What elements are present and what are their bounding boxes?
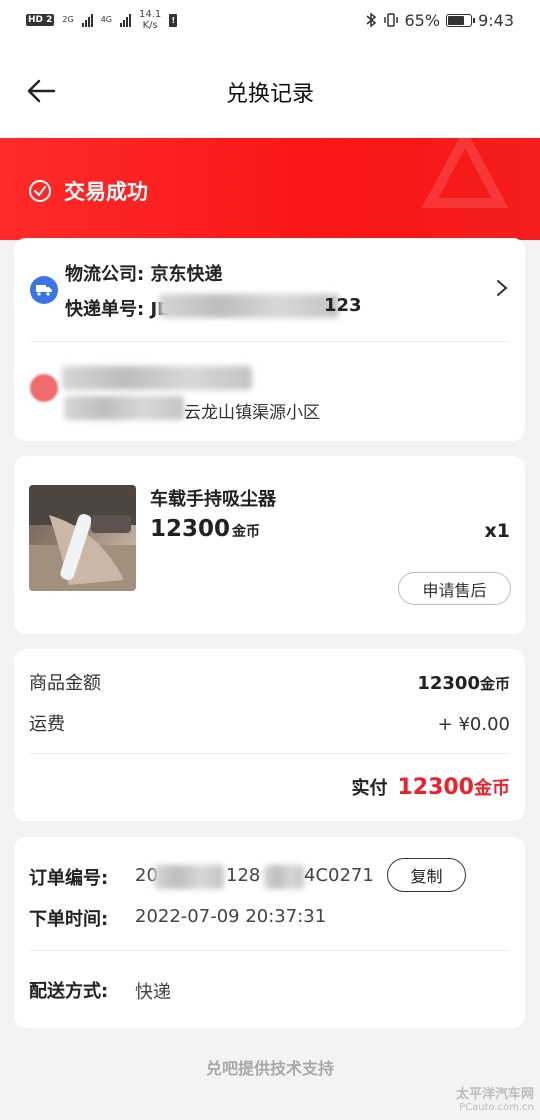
chevron-right-icon[interactable] <box>495 278 509 298</box>
logistics-company: 物流公司: 京东快递 <box>65 264 223 285</box>
network-speed: 14.1 K/s <box>139 9 161 31</box>
page-title: 兑换记录 <box>225 82 314 107</box>
order-info-card: 订单编号: 20 128 4C0271 复制 下单时间: 2022-07-09 … <box>14 837 525 1028</box>
speed-unit: K/s <box>142 20 158 31</box>
order-status-text: 交易成功 <box>64 180 148 204</box>
clock: 9:43 <box>478 10 514 30</box>
redacted-address-start <box>64 396 184 420</box>
signal-1-icon <box>81 13 93 27</box>
goods-amount-label: 商品金额 <box>29 673 101 694</box>
check-circle-icon <box>29 180 51 202</box>
tracking-suffix: 123 <box>324 295 362 316</box>
truck-icon <box>30 276 58 304</box>
logistics-divider <box>30 341 509 342</box>
order-number-mid: 128 <box>226 865 261 886</box>
shipping-label: 运费 <box>29 714 65 735</box>
redacted-recipient <box>62 366 252 390</box>
delivery-value: 快递 <box>135 982 171 1003</box>
product-name: 车载手持吸尘器 <box>150 489 276 510</box>
tracking-number-row: 快递单号: JD <box>65 295 172 321</box>
cost-divider <box>30 753 509 754</box>
hd-label: HD <box>28 15 44 25</box>
order-time-label: 下单时间: <box>29 909 109 930</box>
status-bar-left: HD 2 2G 4G 14.1 K/s ! <box>26 9 178 31</box>
order-status-banner: 交易成功 <box>0 138 540 240</box>
tracking-label: 快递单号: <box>65 299 145 320</box>
vibrate-icon <box>383 13 398 27</box>
banner-decoration <box>421 138 509 208</box>
watermark-line-1: 太平洋汽车网 <box>455 1087 534 1102</box>
location-icon <box>30 374 58 402</box>
bluetooth-icon <box>366 12 376 28</box>
shipping-value: + ¥0.00 <box>437 714 510 735</box>
order-number-suffix: 4C0271 <box>304 865 374 886</box>
paid-row: 实付 12300金币 <box>351 774 510 800</box>
signal-2-icon <box>120 13 132 27</box>
status-bar-right: 65% 9:43 <box>365 10 514 30</box>
product-card: 车载手持吸尘器 12300 金币 x1 申请售后 <box>14 456 525 634</box>
delivery-label: 配送方式: <box>29 981 109 1002</box>
product-quantity: x1 <box>484 520 510 542</box>
watermark-line-2: PCauto.com.cn <box>459 1102 534 1113</box>
speed-value: 14.1 <box>139 9 162 20</box>
network-2g-label: 2G <box>62 15 74 24</box>
order-time-value: 2022-07-09 20:37:31 <box>135 906 327 927</box>
shipping-row: 运费 + ¥0.00 <box>29 710 510 736</box>
redacted-order-number-2 <box>264 865 304 889</box>
redacted-order-number-1 <box>154 865 224 889</box>
watermark: 太平洋汽车网 PCauto.com.cn <box>456 1088 534 1114</box>
after-sale-button[interactable]: 申请售后 <box>398 572 511 605</box>
paid-unit: 金币 <box>474 778 510 799</box>
paid-value: 12300 <box>397 775 474 800</box>
logistics-card[interactable]: 物流公司: 京东快递 快递单号: JD 123 云龙山镇渠源小区 <box>14 238 525 441</box>
product-price: 12300 金币 <box>150 516 260 542</box>
battery-percent: 65% <box>404 10 441 30</box>
cost-card: 商品金额 12300金币 运费 + ¥0.00 实付 12300金币 <box>14 649 525 821</box>
paid-amount: 12300金币 <box>397 774 510 800</box>
order-divider <box>30 950 509 951</box>
hd-sim: 2 <box>46 15 53 25</box>
alert-icon: ! <box>169 13 178 27</box>
hd-badge: HD 2 <box>26 14 55 26</box>
network-4g-label: 4G <box>100 15 113 24</box>
copy-button[interactable]: 复制 <box>387 858 466 892</box>
paid-label: 实付 <box>351 778 388 799</box>
goods-amount-value: 12300 <box>417 673 480 694</box>
battery-fill <box>448 15 464 25</box>
product-image[interactable] <box>29 485 136 591</box>
product-price-value: 12300 <box>150 516 231 542</box>
order-status: 交易成功 <box>28 176 148 206</box>
goods-amount: 12300金币 <box>417 673 510 694</box>
redacted-tracking-number <box>159 294 339 318</box>
goods-amount-row: 商品金额 12300金币 <box>29 669 510 695</box>
goods-amount-unit: 金币 <box>479 675 510 693</box>
nav-bar: 兑换记录 <box>0 40 540 138</box>
product-price-unit: 金币 <box>232 524 261 540</box>
order-number-label: 订单编号: <box>29 868 109 889</box>
tech-support-footer: 兑吧提供技术支持 <box>205 1059 334 1078</box>
address-visible-text: 云龙山镇渠源小区 <box>184 403 320 423</box>
status-bar: HD 2 2G 4G 14.1 K/s ! 65% 9:43 <box>0 0 540 40</box>
battery-icon <box>446 13 476 27</box>
